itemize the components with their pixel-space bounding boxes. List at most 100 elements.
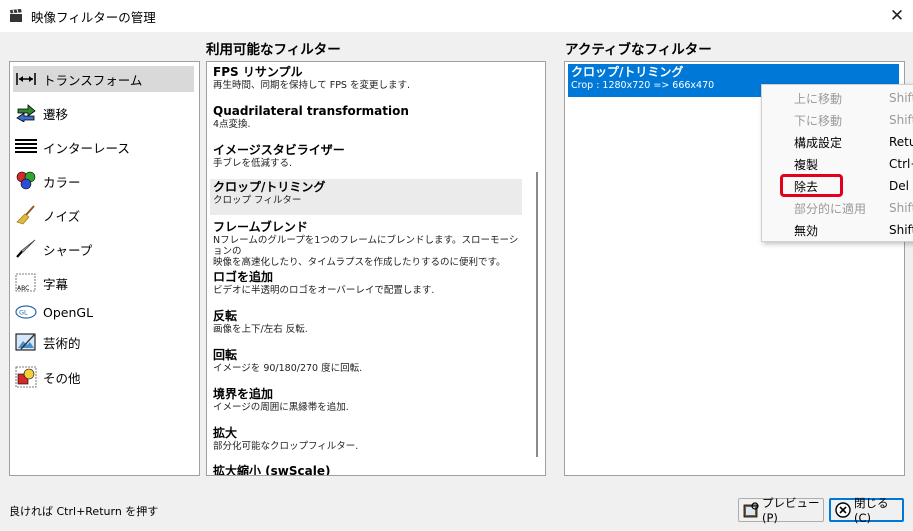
category-item-subtitle[interactable]: ABC 字幕 <box>13 270 194 296</box>
color-circles-icon <box>15 171 37 191</box>
svg-text:GL: GL <box>19 309 28 317</box>
filter-item-rotate[interactable]: 回転 イメージを 90/180/270 度に回転. <box>210 347 522 374</box>
filter-item-crop[interactable]: クロップ/トリミング クロップ フィルター <box>210 179 522 215</box>
category-label: トランスフォーム <box>43 72 143 88</box>
category-item-color[interactable]: カラー <box>13 168 194 194</box>
filter-description-line2: 映像を高速化したり、タイムラプスを作成したりするのに便利です。 <box>213 257 506 268</box>
category-label: OpenGL <box>43 304 94 320</box>
filter-item-quadrilateral[interactable]: Quadrilateral transformation 4点変換. <box>210 103 522 130</box>
filter-item-frame-blend[interactable]: フレームブレンド Nフレームのグループを1つのフレームにブレンドします。スローモ… <box>210 219 522 268</box>
filter-description: 部分化可能なクロップフィルター. <box>213 441 359 452</box>
close-window-button[interactable]: ✕ <box>881 0 913 32</box>
menu-item-label: 部分的に適用 <box>794 201 867 216</box>
menu-item-shortcut: Shift <box>889 113 913 127</box>
category-item-noise[interactable]: ノイズ <box>13 202 194 228</box>
filter-description: イメージの周囲に黒縁帯を追加. <box>213 402 349 413</box>
filter-description: クロップ フィルター <box>213 195 302 206</box>
menu-item-shortcut: Retu <box>889 135 913 149</box>
filter-item-flip[interactable]: 反転 画像を上下/左右 反転. <box>210 308 522 335</box>
broom-icon <box>15 205 37 225</box>
remove-highlight-box <box>780 174 843 197</box>
status-hint: 良ければ Ctrl+Return を押す <box>9 505 159 518</box>
menu-item-shortcut: Ctrl+ <box>889 157 913 171</box>
filter-name: 反転 <box>213 309 238 323</box>
filter-item-add-border[interactable]: 境界を追加 イメージの周囲に黒縁帯を追加. <box>210 386 522 413</box>
filter-item-fps-resample[interactable]: FPS リサンプル 再生時間、同期を保持して FPS を変更します. <box>210 64 522 91</box>
filter-name: Quadrilateral transformation <box>213 104 409 118</box>
filter-item-add-logo[interactable]: ロゴを追加 ビデオに半透明のロゴをオーバーレイで配置します. <box>210 269 522 296</box>
filter-name: イメージスタビライザー <box>213 143 345 157</box>
category-list: トランスフォーム 遷移 インターレース カラー ノイズ シャープ ABC 字幕 <box>9 61 200 476</box>
filter-description: ビデオに半透明のロゴをオーバーレイで配置します. <box>213 285 435 296</box>
menu-item-disable[interactable]: 無効 Shift <box>762 219 913 241</box>
filter-description: 再生時間、同期を保持して FPS を変更します. <box>213 80 410 91</box>
menu-item-duplicate[interactable]: 複製 Ctrl+ <box>762 153 913 175</box>
filter-name: 拡大 <box>213 426 238 440</box>
category-label: 芸術的 <box>43 335 81 351</box>
transition-arrows-icon <box>15 103 37 123</box>
category-item-interlace[interactable]: インターレース <box>13 134 194 160</box>
active-filters-heading: アクティブなフィルター <box>565 42 712 58</box>
menu-item-label: 上に移動 <box>794 91 843 106</box>
filter-description: 画像を上下/左右 反転. <box>213 324 308 335</box>
preview-button[interactable]: プレビュー(P) <box>738 496 824 525</box>
close-icon: ✕ <box>889 6 905 26</box>
title-bar: 映像フィルターの管理 ✕ <box>0 0 913 32</box>
filter-name: ロゴを追加 <box>213 270 274 284</box>
menu-item-label: 構成設定 <box>794 135 843 150</box>
close-button[interactable]: 閉じる(C) <box>829 496 904 525</box>
context-menu: 上に移動 Shift 下に移動 Shift 構成設定 Retu 複製 Ctrl+… <box>761 84 913 242</box>
filter-name: クロップ/トリミング <box>213 180 326 194</box>
category-item-misc[interactable]: その他 <box>13 364 194 390</box>
misc-icon <box>15 366 37 388</box>
menu-item-move-up[interactable]: 上に移動 Shift <box>762 87 913 109</box>
category-label: 字幕 <box>43 276 69 292</box>
category-label: 遷移 <box>43 106 69 122</box>
interlace-lines-icon <box>15 137 37 157</box>
category-item-artistic[interactable]: 芸術的 <box>13 329 194 355</box>
filter-description: 手ブレを低減する. <box>213 158 293 169</box>
subtitle-icon: ABC <box>15 273 37 293</box>
filter-item-zoom[interactable]: 拡大 部分化可能なクロップフィルター. <box>210 425 522 452</box>
active-filter-name: クロップ/トリミング <box>571 65 684 79</box>
menu-item-label: 複製 <box>794 157 819 172</box>
available-filter-list: FPS リサンプル 再生時間、同期を保持して FPS を変更します. Quadr… <box>206 61 546 476</box>
category-item-opengl[interactable]: GL OpenGL <box>13 299 194 325</box>
filter-description: 4点変換. <box>213 119 251 130</box>
category-label: カラー <box>43 174 81 190</box>
filter-name: FPS リサンプル <box>213 65 303 79</box>
knife-icon <box>15 239 37 259</box>
menu-item-shortcut: Shift <box>889 223 913 237</box>
filter-item-swscale[interactable]: 拡大縮小 (swScale) <box>210 463 522 476</box>
scrollbar-thumb[interactable] <box>536 172 538 457</box>
filter-name: 回転 <box>213 348 238 362</box>
preview-button-label: プレビュー(P) <box>762 496 820 525</box>
category-item-transform[interactable]: トランスフォーム <box>13 66 194 92</box>
menu-item-shortcut: Shift <box>889 201 913 215</box>
filter-description: イメージを 90/180/270 度に回転. <box>213 363 363 374</box>
category-label: インターレース <box>43 140 130 156</box>
menu-item-configure[interactable]: 構成設定 Retu <box>762 131 913 153</box>
painting-icon <box>15 332 37 352</box>
close-circle-icon <box>835 502 851 518</box>
filter-name: フレームブレンド <box>213 220 308 234</box>
menu-item-partial-apply[interactable]: 部分的に適用 Shift <box>762 197 913 219</box>
category-label: シャープ <box>43 242 93 258</box>
menu-item-shortcut: Del <box>889 179 909 193</box>
opengl-logo-icon: GL <box>15 302 37 322</box>
category-item-transition[interactable]: 遷移 <box>13 100 194 126</box>
category-label: その他 <box>43 370 81 386</box>
available-filters-heading: 利用可能なフィルター <box>206 42 341 58</box>
transform-arrows-icon <box>15 69 37 89</box>
filter-description: Nフレームのグループを1つのフレームにブレンドします。スローモーションの <box>213 235 519 257</box>
window-title: 映像フィルターの管理 <box>31 9 156 25</box>
category-item-sharpen[interactable]: シャープ <box>13 236 194 262</box>
menu-item-shortcut: Shift <box>889 91 913 105</box>
menu-item-label: 下に移動 <box>794 113 843 128</box>
svg-text:ABC: ABC <box>17 285 29 292</box>
close-button-label: 閉じる(C) <box>854 496 889 525</box>
menu-item-label: 無効 <box>794 223 819 238</box>
filter-item-stabilizer[interactable]: イメージスタビライザー 手ブレを低減する. <box>210 142 522 169</box>
menu-item-move-down[interactable]: 下に移動 Shift <box>762 109 913 131</box>
filter-name: 拡大縮小 (swScale) <box>213 464 331 476</box>
